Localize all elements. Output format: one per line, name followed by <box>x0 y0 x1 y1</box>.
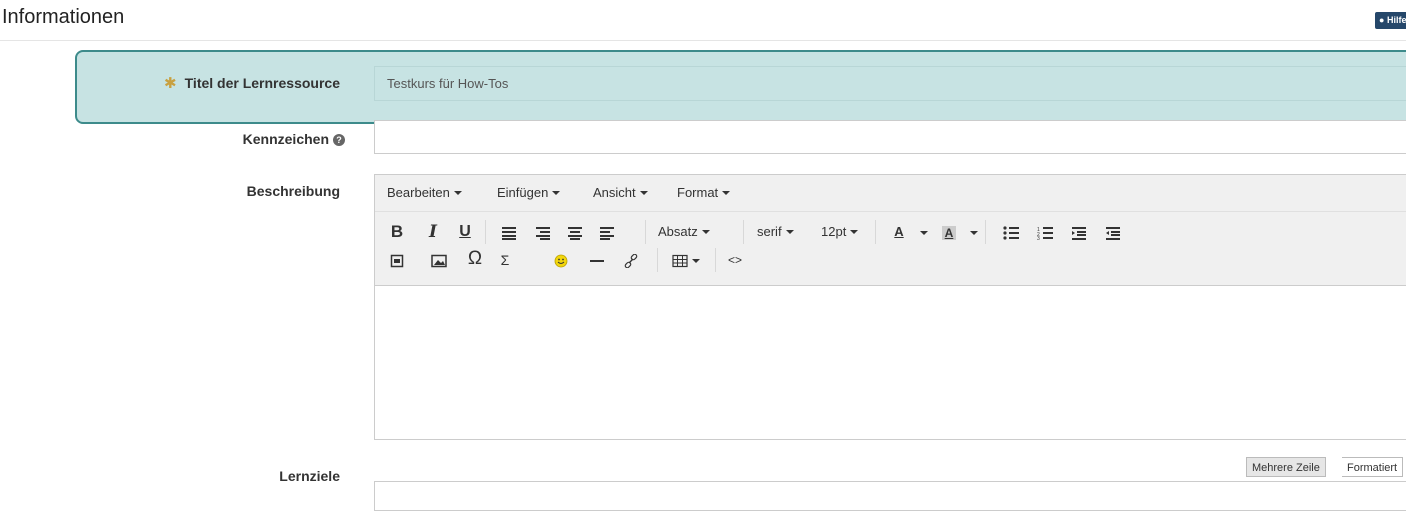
menu-ansicht[interactable]: Ansicht <box>593 185 648 200</box>
italic-button[interactable]: I <box>423 221 443 243</box>
lernziele-label: Lernziele <box>279 468 340 484</box>
align-justify-icon[interactable] <box>499 221 519 243</box>
menu-bearbeiten[interactable]: Bearbeiten <box>387 185 462 200</box>
bold-button[interactable]: B <box>387 221 407 243</box>
menu-format[interactable]: Format <box>677 185 731 200</box>
font-color-button[interactable]: A <box>889 221 909 243</box>
svg-text:3: 3 <box>1037 236 1040 240</box>
align-center-icon[interactable] <box>565 221 585 243</box>
beschreibung-label: Beschreibung <box>246 183 340 199</box>
help-icon: ● <box>1379 15 1385 25</box>
help-button[interactable]: ● Hilfe <box>1375 12 1406 29</box>
underline-button[interactable]: U <box>455 221 475 243</box>
editor-menubar: Bearbeiten Einfügen Ansicht Format <box>375 175 1406 212</box>
paragraph-dropdown[interactable]: Absatz <box>658 221 710 243</box>
horizontal-rule-icon[interactable] <box>587 249 607 271</box>
title-divider <box>0 40 1406 41</box>
help-label: Hilfe <box>1386 15 1406 25</box>
outdent-icon[interactable] <box>1103 221 1123 243</box>
document-icon[interactable] <box>387 249 407 271</box>
font-size-dropdown[interactable]: 12pt <box>821 221 859 243</box>
title-label: ✱ Titel der Lernressource <box>164 75 340 92</box>
title-input[interactable]: Testkurs für How-Tos <box>374 66 1406 101</box>
align-left-icon[interactable] <box>597 221 617 243</box>
align-right-icon[interactable] <box>533 221 553 243</box>
indent-icon[interactable] <box>1069 221 1089 243</box>
emoticon-icon[interactable] <box>551 249 571 271</box>
editor-content-area[interactable] <box>375 286 1406 439</box>
omega-icon[interactable]: Ω <box>465 248 485 270</box>
bg-color-button[interactable]: A <box>939 221 959 243</box>
kennzeichen-label: Kennzeichen? <box>90 131 345 147</box>
page-title: Informationen <box>2 6 125 28</box>
kennzeichen-input[interactable] <box>374 120 1406 154</box>
required-star-icon: ✱ <box>164 75 177 92</box>
lernziele-input[interactable] <box>374 481 1406 511</box>
editor-toolbar: Bearbeiten Einfügen Ansicht Format B I U… <box>375 175 1406 286</box>
font-family-dropdown[interactable]: serif <box>757 221 794 243</box>
menu-einfuegen[interactable]: Einfügen <box>497 185 561 200</box>
mode-multiline-button[interactable]: Mehrere Zeile <box>1246 457 1326 477</box>
sigma-icon[interactable]: Σ <box>495 249 515 271</box>
bg-color-caret-icon[interactable] <box>965 221 979 243</box>
image-icon[interactable] <box>429 249 449 271</box>
question-icon[interactable]: ? <box>333 134 345 146</box>
font-color-caret-icon[interactable] <box>915 221 929 243</box>
link-icon[interactable] <box>621 249 641 271</box>
beschreibung-editor: Bearbeiten Einfügen Ansicht Format B I U… <box>374 174 1406 440</box>
bullet-list-icon[interactable] <box>1001 221 1021 243</box>
source-code-icon[interactable]: <> <box>725 249 745 271</box>
mode-formatted-button[interactable]: Formatiert <box>1342 457 1404 477</box>
numbered-list-icon[interactable]: 123 <box>1035 221 1055 243</box>
table-icon[interactable] <box>669 249 703 271</box>
